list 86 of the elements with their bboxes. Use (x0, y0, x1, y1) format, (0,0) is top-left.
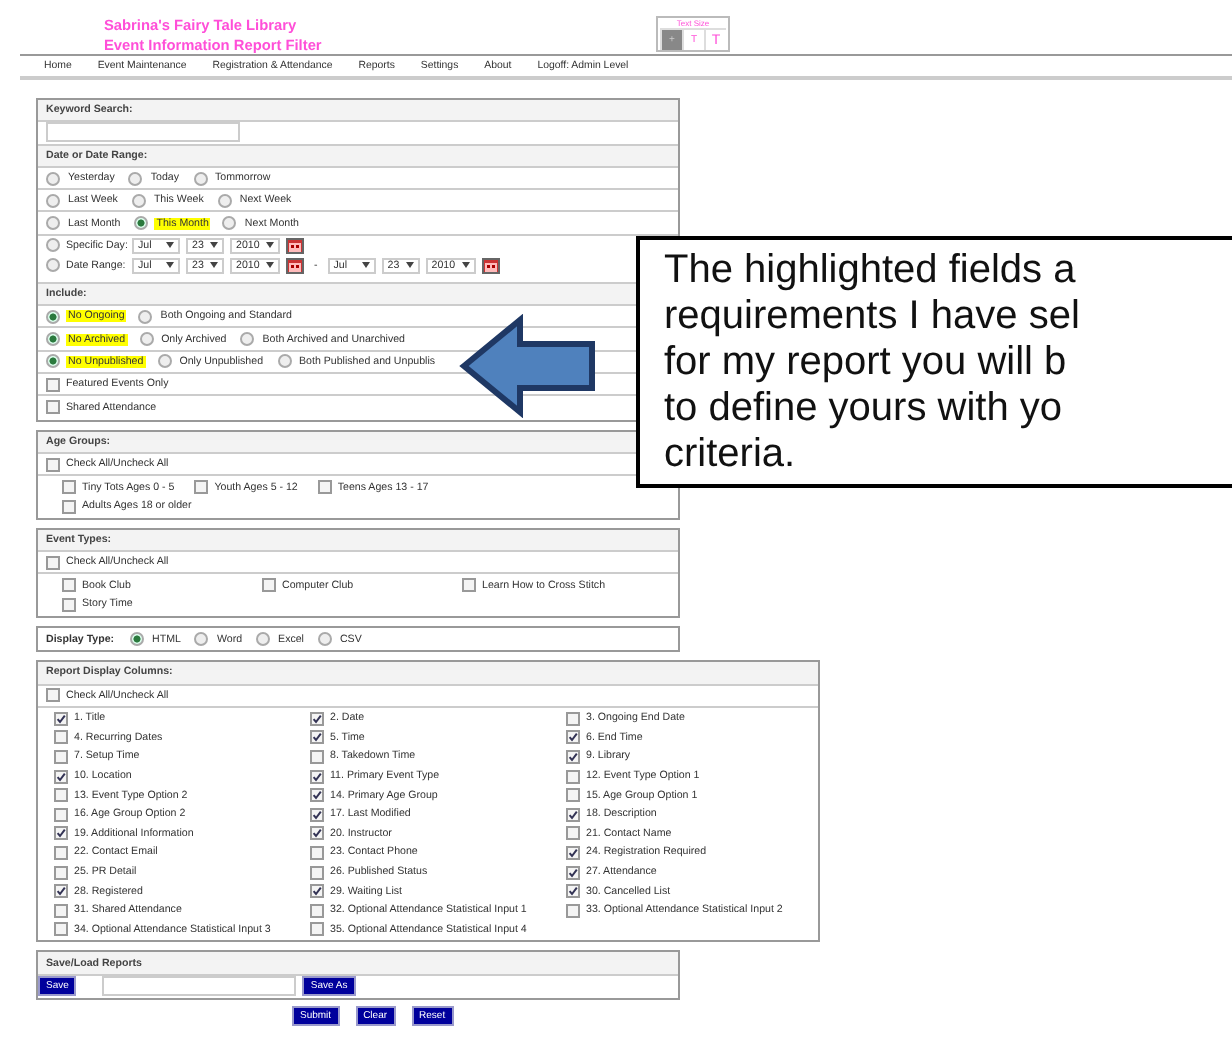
radio-button[interactable] (128, 171, 143, 186)
checkbox[interactable] (566, 807, 580, 822)
checkbox[interactable] (566, 769, 580, 784)
caret-icon (361, 262, 370, 269)
checkbox[interactable] (46, 377, 60, 392)
calendar-icon[interactable] (286, 257, 304, 274)
checkbox[interactable] (566, 750, 580, 765)
caret-icon (210, 262, 218, 269)
caret-icon (461, 262, 470, 269)
checkbox[interactable] (54, 730, 68, 745)
radio-button[interactable] (138, 309, 153, 324)
radio-button[interactable] (46, 332, 60, 347)
caret-icon (405, 262, 414, 269)
checkbox[interactable] (310, 903, 324, 918)
checkbox[interactable] (566, 788, 580, 803)
checkbox[interactable] (310, 922, 324, 937)
checkbox[interactable] (566, 845, 580, 860)
checkbox[interactable] (54, 884, 68, 899)
checkbox[interactable] (317, 480, 332, 495)
checkbox[interactable] (54, 769, 68, 784)
checkbox[interactable] (62, 597, 76, 612)
checkbox[interactable] (310, 711, 324, 726)
caret-icon (210, 242, 218, 249)
checkbox[interactable] (46, 555, 60, 570)
checkbox[interactable] (566, 884, 580, 899)
radio-button[interactable] (130, 632, 145, 647)
caret-icon (166, 262, 174, 269)
radio-button[interactable] (193, 171, 208, 186)
radio-button[interactable] (222, 216, 237, 231)
calendar-icon[interactable] (481, 257, 500, 274)
calendar-icon[interactable] (286, 237, 304, 254)
checkbox[interactable] (462, 578, 476, 593)
checkbox[interactable] (566, 826, 580, 841)
checkbox[interactable] (310, 730, 324, 745)
checkbox[interactable] (310, 826, 324, 841)
radio-button[interactable] (131, 193, 146, 208)
checkbox[interactable] (194, 480, 209, 495)
checkbox[interactable] (62, 499, 76, 514)
checkbox[interactable] (566, 730, 580, 745)
caret-icon (166, 242, 174, 249)
checkbox[interactable] (310, 865, 324, 880)
checkbox[interactable] (310, 884, 324, 899)
checkbox[interactable] (310, 788, 324, 803)
radio-button[interactable] (256, 632, 271, 647)
checkbox[interactable] (62, 480, 76, 495)
radio-button[interactable] (194, 632, 209, 647)
checkbox[interactable] (54, 826, 68, 841)
checkbox[interactable] (54, 865, 68, 880)
checkbox[interactable] (54, 711, 68, 726)
checkbox[interactable] (54, 922, 68, 937)
radio-button[interactable] (46, 238, 60, 253)
radio-button[interactable] (240, 332, 255, 347)
radio-button[interactable] (139, 332, 154, 347)
radio-button[interactable] (46, 216, 60, 231)
checkbox[interactable] (54, 807, 68, 822)
radio-button[interactable] (317, 632, 332, 647)
checkbox[interactable] (46, 457, 60, 471)
checkbox[interactable] (310, 750, 324, 765)
radio-button[interactable] (46, 354, 60, 369)
radio-button[interactable] (134, 216, 149, 231)
radio-button[interactable] (46, 258, 60, 273)
caret-icon (266, 262, 274, 269)
checkbox[interactable] (54, 845, 68, 860)
radio-button[interactable] (217, 193, 232, 208)
radio-button[interactable] (46, 193, 60, 208)
radio-button[interactable] (46, 171, 60, 186)
checkbox[interactable] (54, 903, 68, 918)
checkbox[interactable] (54, 750, 68, 765)
radio-button[interactable] (157, 354, 172, 369)
pointer-arrow (458, 314, 598, 418)
checkbox[interactable] (54, 788, 68, 803)
radio-button[interactable] (277, 354, 292, 369)
radio-button[interactable] (46, 309, 60, 324)
checkbox[interactable] (310, 769, 324, 784)
checkbox[interactable] (262, 578, 276, 593)
checkbox[interactable] (46, 400, 60, 415)
checkbox[interactable] (46, 688, 60, 703)
checkbox[interactable] (62, 578, 76, 593)
keyword-field[interactable] (46, 122, 240, 143)
report-name-field[interactable] (102, 976, 297, 997)
checkbox[interactable] (566, 865, 580, 880)
checkbox[interactable] (566, 711, 580, 726)
checkbox[interactable] (566, 903, 580, 918)
caret-icon (266, 242, 274, 249)
checkbox[interactable] (310, 807, 324, 822)
checkbox[interactable] (310, 845, 324, 860)
